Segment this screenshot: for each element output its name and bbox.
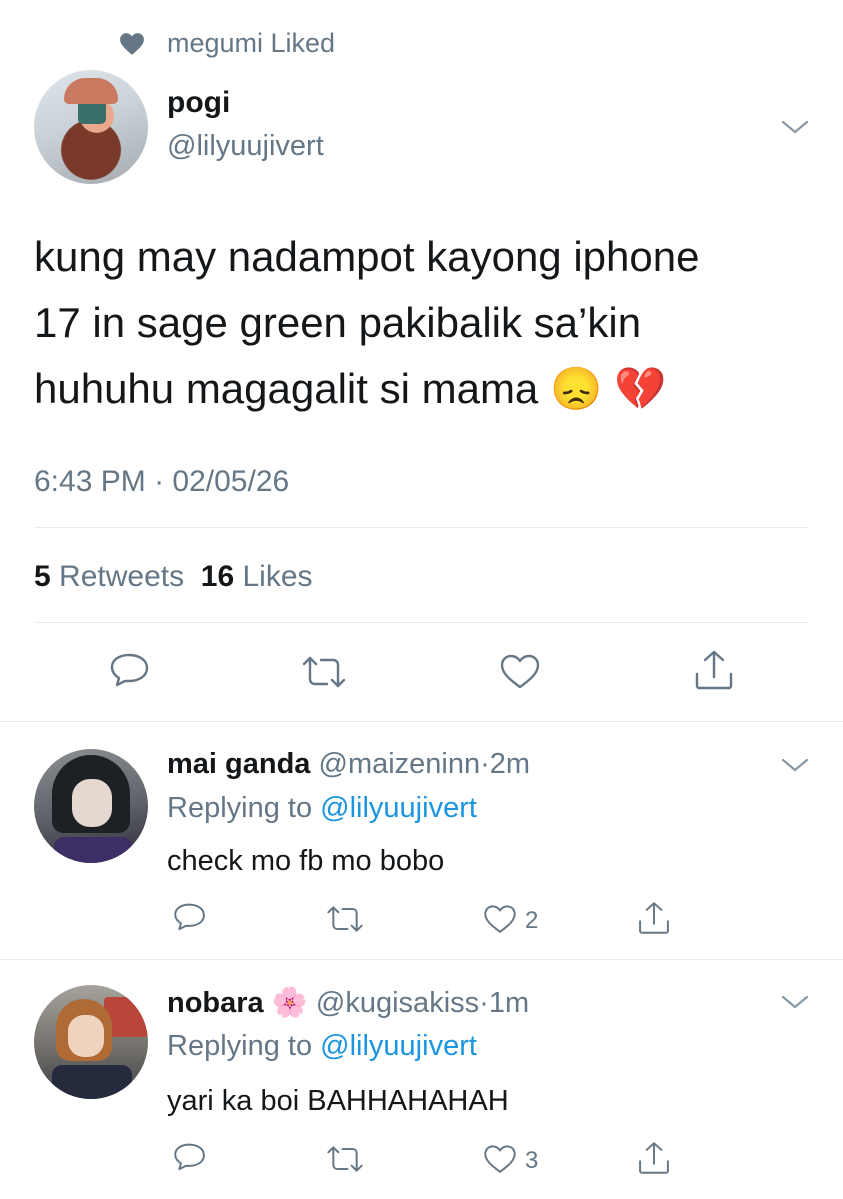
likes-count[interactable]: 16 xyxy=(201,560,234,593)
retweet-icon[interactable] xyxy=(300,653,348,691)
retweets-label[interactable]: Retweets xyxy=(59,560,184,593)
reply-time[interactable]: 1m xyxy=(489,987,529,1019)
reply-icon[interactable] xyxy=(172,902,208,935)
divider xyxy=(0,959,843,960)
like-icon[interactable] xyxy=(482,903,518,936)
tweet-text-line: huhuhu magagalit si mama xyxy=(34,365,539,412)
tweet-text: kung may nadampot kayong iphone 17 in sa… xyxy=(34,224,699,422)
author-avatar[interactable] xyxy=(34,70,148,184)
like-icon[interactable] xyxy=(482,1143,518,1176)
author-display-name[interactable]: pogi xyxy=(167,86,230,120)
retweets-count[interactable]: 5 xyxy=(34,560,51,593)
divider xyxy=(34,622,809,623)
reply-display-name[interactable]: nobara xyxy=(167,987,264,1019)
reply-icon[interactable] xyxy=(172,1142,208,1175)
separator-dot: · xyxy=(480,748,490,780)
name-emoji: 🌸 xyxy=(271,987,308,1019)
chevron-down-icon[interactable] xyxy=(780,117,810,137)
like-count: 2 xyxy=(525,907,539,934)
share-icon[interactable] xyxy=(692,648,736,692)
reply-display-name[interactable]: mai ganda xyxy=(167,748,310,780)
reply-text: yari ka boi BAHHAHAHAH xyxy=(167,1085,509,1117)
divider xyxy=(34,527,809,528)
author-handle[interactable]: @lilyuujivert xyxy=(167,130,324,163)
replying-to-link[interactable]: @lilyuujivert xyxy=(320,792,477,824)
tweet-timestamp[interactable]: 6:43 PM · 02/05/26 xyxy=(34,465,289,499)
like-icon[interactable] xyxy=(498,652,542,692)
retweet-icon[interactable] xyxy=(325,1143,365,1175)
reply-handle[interactable]: @kugisakiss xyxy=(316,987,479,1019)
reply-text: check mo fb mo bobo xyxy=(167,845,445,877)
reply-header: mai ganda @maizeninn·2m xyxy=(167,748,530,781)
divider xyxy=(0,721,843,722)
reply-avatar[interactable] xyxy=(34,749,148,863)
reply-icon[interactable] xyxy=(108,652,152,692)
separator-dot: · xyxy=(479,987,489,1019)
replying-to-prefix: Replying to xyxy=(167,1030,313,1062)
chevron-down-icon[interactable] xyxy=(780,755,810,775)
reply-handle[interactable]: @maizeninn xyxy=(319,748,481,780)
tweet-time: 6:43 PM xyxy=(34,465,146,498)
tweet-date: 02/05/26 xyxy=(172,465,290,498)
reply-header: nobara 🌸 @kugisakiss·1m xyxy=(167,986,529,1020)
replying-to: Replying to @lilyuujivert xyxy=(167,792,477,825)
tweet-emoji: 😞 xyxy=(549,365,603,412)
likes-label[interactable]: Likes xyxy=(242,560,312,593)
tweet-text-line: kung may nadampot kayong iphone xyxy=(34,233,700,280)
replying-to: Replying to @lilyuujivert xyxy=(167,1030,477,1063)
replying-to-prefix: Replying to xyxy=(167,792,313,824)
retweet-icon[interactable] xyxy=(325,903,365,935)
tweet-emoji: 💔 xyxy=(613,365,667,412)
tweet-text-line: 17 in sage green pakibalik sa’kin xyxy=(34,299,642,346)
chevron-down-icon[interactable] xyxy=(780,992,810,1012)
reply-avatar[interactable] xyxy=(34,985,148,1099)
reply-time[interactable]: 2m xyxy=(490,748,530,780)
social-context-label: megumi Liked xyxy=(167,28,336,58)
replying-to-link[interactable]: @lilyuujivert xyxy=(320,1030,477,1062)
heart-filled-icon xyxy=(120,33,144,55)
tweet-stats: 5 Retweets 16 Likes xyxy=(34,560,313,594)
like-count: 3 xyxy=(525,1147,539,1174)
share-icon[interactable] xyxy=(636,1140,672,1176)
share-icon[interactable] xyxy=(636,900,672,936)
